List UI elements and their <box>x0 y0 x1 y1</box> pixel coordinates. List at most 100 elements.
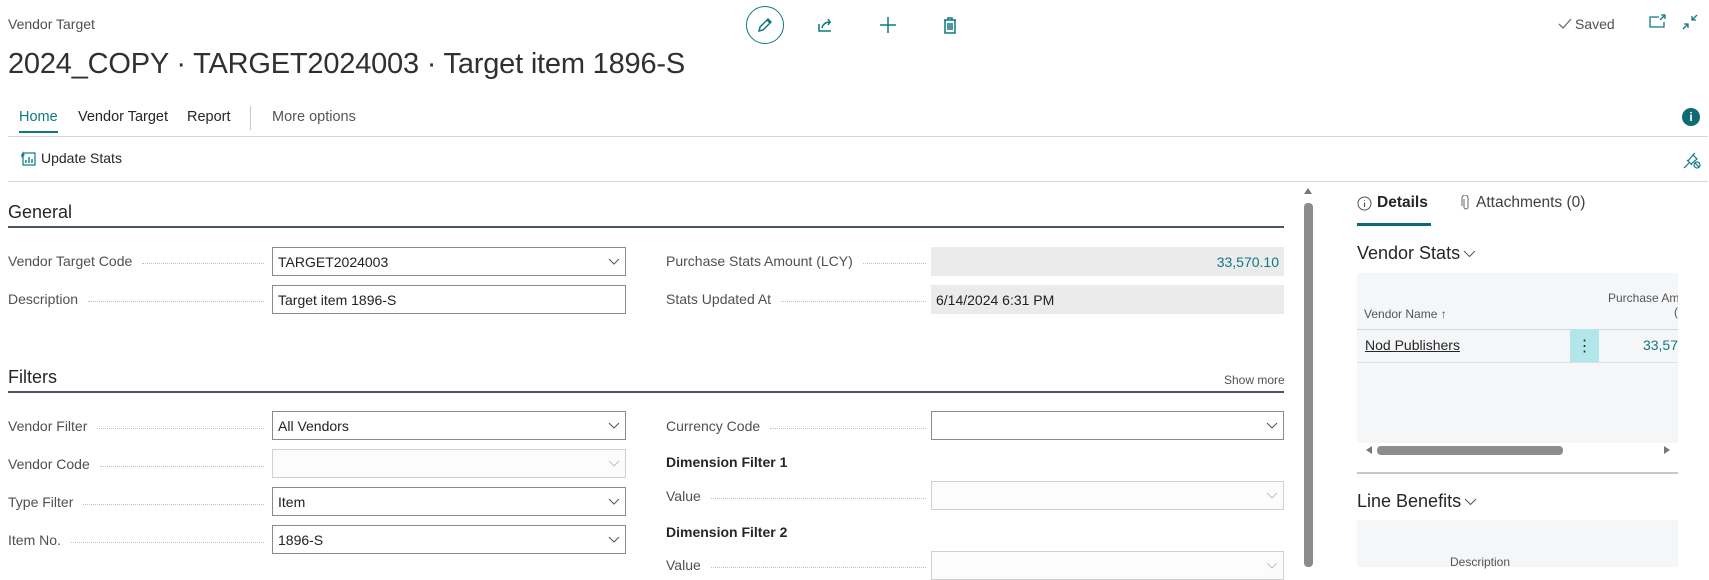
dimension-filter-2-value-label: Value <box>666 557 932 573</box>
divider <box>8 181 1708 182</box>
share-button[interactable] <box>807 6 845 44</box>
vendor-name-link[interactable]: Nod Publishers <box>1365 337 1460 353</box>
section-general-underline <box>8 226 1284 228</box>
info-icon <box>1357 196 1372 210</box>
tab-separator <box>250 106 251 130</box>
chevron-down-icon <box>1464 498 1477 505</box>
vendor-stats-title[interactable]: Vendor Stats <box>1357 243 1476 264</box>
row-divider <box>1357 362 1678 363</box>
factbox-tab-details[interactable]: Details <box>1357 194 1428 212</box>
open-new-window-icon <box>1649 14 1666 28</box>
tab-report[interactable]: Report <box>187 109 231 131</box>
scroll-left-arrow-icon[interactable] <box>1366 446 1372 454</box>
vendor-target-code-field[interactable]: TARGET2024003 <box>272 247 626 276</box>
page-caption: Vendor Target <box>8 16 95 32</box>
share-icon <box>818 18 832 32</box>
vendor-code-select[interactable] <box>272 449 626 478</box>
factbox-tab-details-label: Details <box>1377 194 1428 211</box>
info-button[interactable]: i <box>1682 108 1700 126</box>
description-field[interactable]: Target item 1896-S <box>272 285 626 314</box>
more-vertical-icon: ⋮ <box>1576 337 1593 355</box>
stats-updated-at-field: 6/14/2024 6:31 PM <box>931 285 1284 314</box>
column-header-vendor-name[interactable]: Vendor Name ↑ <box>1364 307 1447 321</box>
factbox-tab-attachments-label: Attachments (0) <box>1476 194 1586 211</box>
line-benefits-title[interactable]: Line Benefits <box>1357 491 1477 512</box>
row-actions-button[interactable]: ⋮ <box>1570 329 1599 362</box>
open-new-window-button[interactable] <box>1648 12 1670 34</box>
plus-icon <box>880 17 896 33</box>
delete-button[interactable] <box>931 6 969 44</box>
vertical-scrollbar-thumb[interactable] <box>1304 203 1313 567</box>
item-no-label: Item No. <box>8 532 270 548</box>
chevron-down-icon[interactable] <box>608 536 620 544</box>
paperclip-icon <box>1461 195 1469 210</box>
pin-button[interactable] <box>1682 150 1702 170</box>
chevron-down-icon[interactable] <box>608 258 620 266</box>
vendor-filter-select[interactable]: All Vendors <box>272 411 626 440</box>
type-filter-value: Item <box>278 493 306 510</box>
update-stats-label: Update Stats <box>41 150 122 166</box>
section-filters-title: Filters <box>8 367 57 387</box>
sort-ascending-icon: ↑ <box>1440 307 1447 321</box>
section-filters-underline <box>8 391 1284 393</box>
currency-code-select[interactable] <box>931 411 1284 440</box>
vendor-target-code-value: TARGET2024003 <box>278 253 389 270</box>
type-filter-label: Type Filter <box>8 494 270 510</box>
stats-updated-at-label: Stats Updated At <box>666 291 932 307</box>
vendor-code-label: Vendor Code <box>8 456 270 472</box>
item-no-value: 1896-S <box>278 531 324 548</box>
tab-vendor-target[interactable]: Vendor Target <box>78 109 168 131</box>
chevron-down-icon[interactable] <box>1266 422 1278 430</box>
dimension-filter-2-heading: Dimension Filter 2 <box>666 524 788 540</box>
chevron-down-icon[interactable] <box>608 422 620 430</box>
vendor-target-code-label: Vendor Target Code <box>8 253 270 269</box>
section-general-title: General <box>8 202 73 222</box>
scroll-right-arrow-icon[interactable] <box>1664 446 1670 454</box>
dimension-filter-1-value-label: Value <box>666 488 932 504</box>
currency-code-label: Currency Code <box>666 418 932 434</box>
factbox-tab-active-indicator <box>1357 223 1431 226</box>
dimension-filter-2-value-select[interactable] <box>931 551 1284 580</box>
edit-button[interactable] <box>746 6 784 44</box>
chevron-down-icon[interactable] <box>608 498 620 506</box>
stats-updated-at-value: 6/14/2024 6:31 PM <box>936 291 1055 308</box>
horizontal-scrollbar-thumb[interactable] <box>1377 446 1563 455</box>
scroll-up-arrow-icon[interactable] <box>1304 188 1312 194</box>
factbox-divider <box>1357 472 1678 474</box>
collapse-button[interactable] <box>1680 12 1702 34</box>
unpin-icon <box>1683 152 1701 169</box>
description-label: Description <box>8 291 270 307</box>
purchase-stats-amount-label: Purchase Stats Amount (LCY) <box>666 253 932 269</box>
purchase-stats-amount-field: 33,570.10 <box>931 247 1284 276</box>
divider <box>8 136 1708 137</box>
info-icon: i <box>1689 110 1693 124</box>
vendor-filter-value: All Vendors <box>278 417 349 434</box>
item-no-select[interactable]: 1896-S <box>272 525 626 554</box>
chevron-down-icon[interactable] <box>1266 492 1278 500</box>
saved-status: Saved <box>1558 16 1615 32</box>
chart-refresh-icon <box>21 151 36 166</box>
chevron-down-icon[interactable] <box>608 460 620 468</box>
type-filter-select[interactable]: Item <box>272 487 626 516</box>
chevron-down-icon[interactable] <box>1266 562 1278 570</box>
dimension-filter-1-value-select[interactable] <box>931 481 1284 510</box>
line-benefits-list <box>1357 520 1678 567</box>
vendor-filter-label: Vendor Filter <box>8 418 270 434</box>
tab-more-options[interactable]: More options <box>272 109 356 131</box>
update-stats-button[interactable]: Update Stats <box>20 150 122 166</box>
checkmark-icon <box>1558 18 1572 29</box>
chevron-down-icon <box>1463 250 1476 257</box>
vendor-stats-title-label: Vendor Stats <box>1357 243 1461 263</box>
purchase-amount-value[interactable]: 33,57 <box>1610 337 1678 353</box>
row-divider <box>1357 329 1678 330</box>
column-header-purchase-amount[interactable]: Purchase Am ( <box>1608 291 1678 319</box>
purchase-stats-amount-value[interactable]: 33,570.10 <box>1217 254 1279 270</box>
new-button[interactable] <box>869 6 907 44</box>
line-benefits-title-label: Line Benefits <box>1357 491 1462 511</box>
show-more-link[interactable]: Show more <box>1224 373 1285 387</box>
edit-icon <box>757 17 773 33</box>
tab-home[interactable]: Home <box>19 109 58 133</box>
trash-icon <box>944 17 956 34</box>
factbox-tab-attachments[interactable]: Attachments (0) <box>1461 194 1585 212</box>
saved-label: Saved <box>1575 16 1615 32</box>
